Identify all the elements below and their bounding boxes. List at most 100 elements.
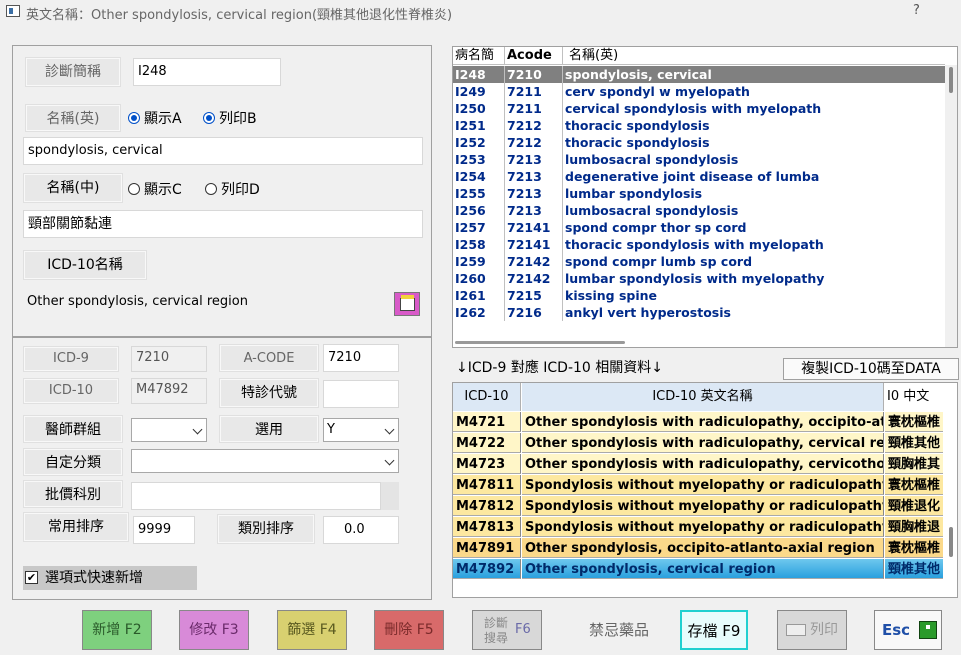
filter-button[interactable]: 篩選 F4 (277, 610, 347, 650)
title-bar: 英文名稱：Other spondylosis, cervical region(… (0, 0, 961, 24)
window-title: 英文名稱：Other spondylosis, cervical region(… (26, 8, 453, 23)
cell-acode: 7215 (505, 287, 563, 304)
delete-button[interactable]: 刪除 F5 (374, 610, 444, 650)
price-dept-scroll[interactable] (381, 482, 399, 510)
diagnosis-table-hscroll[interactable] (453, 338, 945, 347)
col-header-icd10[interactable]: ICD-10 (453, 383, 521, 411)
edit-button[interactable]: 修改 F3 (179, 610, 249, 650)
table-row[interactable]: I252 7212 thoracic spondylosis (453, 134, 945, 151)
price-dept-field[interactable] (131, 482, 381, 510)
col-header-short[interactable]: 病名簡 (453, 47, 505, 65)
forbidden-drug-button[interactable]: 禁忌藥品 (570, 610, 668, 650)
table-row[interactable]: M4722 Other spondylosis with radiculopath… (453, 433, 943, 454)
table-row[interactable]: I260 72142 lumbar spondylosis with myelopa… (453, 270, 945, 287)
select-use-dropdown[interactable]: Y (323, 418, 399, 442)
chevron-down-icon (192, 424, 203, 435)
select-use-value: Y (327, 422, 335, 437)
table-row[interactable]: M47812 Spondylosis without myelopathy or … (453, 496, 943, 517)
diag-short-field[interactable]: I248 (133, 58, 281, 86)
cell-name-en: spond compr lumb sp cord (565, 254, 753, 269)
cell-icd10: M47891 (453, 538, 521, 558)
cell-acode: 7210 (505, 66, 563, 83)
cell-name-en: lumbar spondylosis with myelopathy (565, 271, 825, 286)
table-row[interactable]: I255 7213 lumbar spondylosis (453, 185, 945, 202)
cell-acode: 7212 (505, 117, 563, 134)
col-header-acode[interactable]: Acode (505, 47, 563, 65)
print-d-radio[interactable]: 列印D (205, 179, 260, 199)
table-row[interactable]: I248 7210 spondylosis, cervical (453, 66, 945, 83)
class-order-field[interactable]: 0.0 (323, 516, 399, 544)
print-button[interactable]: 列印 (777, 610, 847, 650)
chevron-down-icon (384, 424, 395, 435)
table-row[interactable]: M47813 Spondylosis without myelopathy or … (453, 517, 943, 538)
cell-icd10-en: Other spondylosis, cervical region (522, 559, 884, 579)
col-header-icd10-en[interactable]: ICD-10 英文名稱 (522, 383, 884, 411)
print-b-radio[interactable]: 列印B (203, 108, 257, 128)
cell-icd10-en: Other spondylosis, occipito-atlanto-axia… (522, 538, 884, 558)
esc-label: Esc (882, 621, 911, 639)
acode-field[interactable]: 7210 (323, 344, 399, 372)
print-b-label: 列印B (219, 111, 257, 127)
esc-button[interactable]: Esc (874, 610, 942, 650)
table-row[interactable]: I254 7213 degenerative joint disease of lu… (453, 168, 945, 185)
cell-icd10-zh: 寰枕樞椎 (885, 538, 943, 558)
icd10-field[interactable]: M47892 (131, 378, 207, 404)
icd10-table-header: ICD-10 ICD-10 英文名稱 I0 中文 (453, 383, 957, 411)
common-order-field[interactable]: 9999 (133, 516, 195, 544)
cell-icd10-zh: 寰枕樞椎 (885, 412, 943, 432)
col-header-icd10-zh[interactable]: I0 中文 (885, 383, 955, 411)
cell-icd10: M4721 (453, 412, 521, 432)
table-row[interactable]: I262 7216 ankyl vert hyperostosis (453, 304, 945, 321)
table-row[interactable]: I253 7213 lumbosacral spondylosis (453, 151, 945, 168)
cell-name-en: cerv spondyl w myelopath (565, 84, 750, 99)
icd9-field[interactable]: 7210 (131, 346, 207, 372)
table-row[interactable]: M47891 Other spondylosis, occipito-atlant… (453, 538, 943, 559)
table-row[interactable]: I256 7213 lumbosacral spondylosis (453, 202, 945, 219)
cell-acode: 7211 (505, 83, 563, 100)
table-row[interactable]: M47811 Spondylosis without myelopathy or … (453, 475, 943, 496)
add-button[interactable]: 新增 F2 (82, 610, 152, 650)
chevron-down-icon (384, 455, 395, 466)
table-row[interactable]: I249 7211 cerv spondyl w myelopath (453, 83, 945, 100)
cell-short-code: I259 (453, 253, 505, 270)
search-label-line1: 診斷 (483, 616, 508, 630)
cell-name-en: ankyl vert hyperostosis (565, 305, 731, 320)
table-row[interactable]: M47892 Other spondylosis, cervical region… (453, 559, 943, 580)
cell-icd10: M47812 (453, 496, 521, 516)
cell-short-code: I257 (453, 219, 505, 236)
table-row[interactable]: I257 72141 spond compr thor sp cord (453, 219, 945, 236)
cell-name-en: lumbar spondylosis (565, 186, 703, 201)
table-row[interactable]: I251 7212 thoracic spondylosis (453, 117, 945, 134)
show-c-radio[interactable]: 顯示C (128, 179, 182, 199)
special-code-field[interactable] (323, 380, 399, 408)
save-button[interactable]: 存檔 F9 (680, 610, 748, 650)
common-order-label: 常用排序 (23, 512, 129, 542)
quick-add-label: 選項式快速新增 (45, 570, 143, 586)
table-row[interactable]: M4723 Other spondylosis with radiculopath… (453, 454, 943, 475)
quick-add-checkbox[interactable]: ✔ 選項式快速新增 (23, 566, 197, 590)
table-row[interactable]: I258 72141 thoracic spondylosis with myelo… (453, 236, 945, 253)
name-en-field[interactable]: spondylosis, cervical (23, 137, 423, 165)
name-zh-field[interactable]: 頸部關節黏連 (23, 210, 423, 238)
doctor-group-select[interactable] (131, 418, 207, 442)
cell-short-code: I255 (453, 185, 505, 202)
cell-icd10-zh: 頸胸椎其 (885, 454, 943, 474)
diagnosis-table-vscroll[interactable] (945, 65, 957, 347)
cell-acode: 7216 (505, 304, 563, 321)
doctor-group-label: 醫師群組 (23, 415, 123, 443)
table-row[interactable]: I259 72142 spond compr lumb sp cord (453, 253, 945, 270)
notepad-icon[interactable] (394, 292, 420, 316)
diagnosis-search-button[interactable]: 診斷 搜尋 F6 (472, 610, 542, 650)
custom-class-select[interactable] (131, 449, 399, 473)
show-a-radio[interactable]: 顯示A (128, 108, 182, 128)
cell-acode: 72142 (505, 270, 563, 287)
table-row[interactable]: I261 7215 kissing spine (453, 287, 945, 304)
table-row[interactable]: I250 7211 cervical spondylosis with myelop… (453, 100, 945, 117)
table-row[interactable]: M4721 Other spondylosis with radiculopath… (453, 412, 943, 433)
copy-icd10-button[interactable]: 複製ICD-10碼至DATA (783, 358, 959, 380)
icd10-table-vscroll[interactable] (945, 411, 957, 597)
cell-short-code: I262 (453, 304, 505, 321)
show-a-label: 顯示A (144, 111, 182, 127)
col-header-name-en[interactable]: 名稱(英) (563, 47, 945, 65)
help-button[interactable]: ? (913, 3, 920, 18)
